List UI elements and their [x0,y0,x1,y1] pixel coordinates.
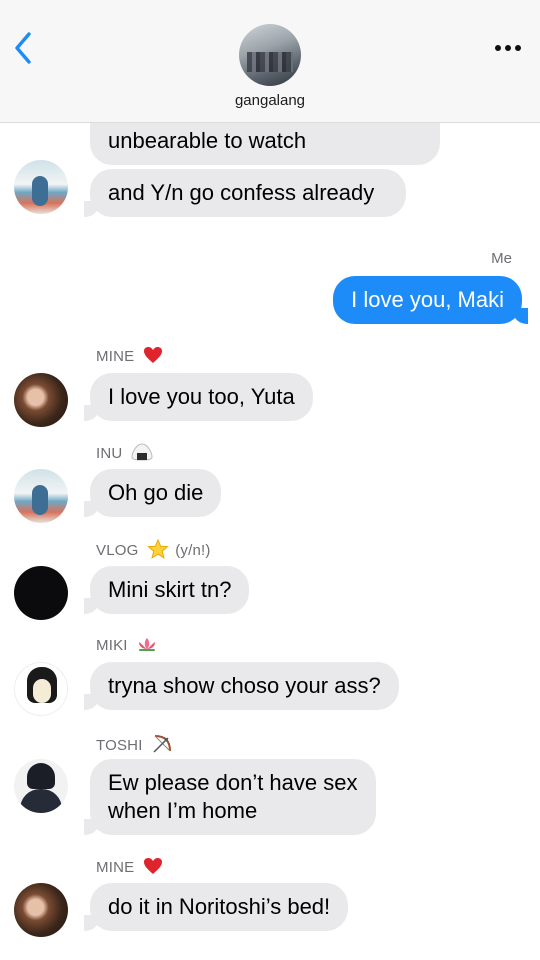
avatar[interactable] [14,662,68,716]
message-text: tryna show choso your ass? [108,673,381,698]
message-text: and Y/n go confess already [108,180,375,205]
message-text: unbearable to watch [108,128,307,153]
sender-label: MIKI [96,636,158,656]
avatar[interactable] [14,566,68,620]
avatar[interactable] [14,759,68,813]
avatar[interactable] [14,883,68,937]
sender-label: VLOG (y/n!) [96,538,211,563]
message-text: I love you too, Yuta [108,384,295,409]
group-avatar[interactable] [239,24,301,86]
avatar[interactable] [14,160,68,214]
rice-ball-icon [131,443,153,465]
message-text: do it in Noritoshi’s bed! [108,894,331,919]
message-text: Mini skirt tn? [108,577,232,602]
message-text-line: when I’m home [108,798,258,823]
message-bubble[interactable]: Ew please don’t have sex when I’m home [84,759,376,835]
star-icon [147,538,169,563]
message-text-line: Ew please don’t have sex [108,770,358,795]
sender-label: MINE [96,857,163,879]
bow-and-arrow-icon [151,733,173,759]
more-options-button[interactable] [490,34,526,62]
chevron-left-icon [15,32,31,64]
more-dots-icon [495,45,521,51]
lotus-icon [136,636,158,656]
avatar[interactable] [14,469,68,523]
chat-header: gangalang [0,0,540,123]
message-bubble-me[interactable]: I love you, Maki [333,276,528,324]
sender-label: INU [96,443,153,465]
red-heart-icon [143,857,163,879]
message-list[interactable]: unbearable to watch and Y/n go confess a… [0,123,540,960]
message-bubble[interactable]: unbearable to watch [90,123,440,165]
group-name[interactable]: gangalang [0,92,540,109]
message-text: Oh go die [108,480,204,505]
message-text: I love you, Maki [351,287,504,312]
sender-label-me: Me [491,250,512,267]
message-bubble[interactable]: Mini skirt tn? [83,566,250,614]
sender-label: MINE [96,346,163,368]
sender-label: TOSHI [96,733,173,759]
message-bubble[interactable]: tryna show choso your ass? [84,662,399,710]
message-bubble[interactable]: do it in Noritoshi’s bed! [83,883,349,931]
avatar[interactable] [14,373,68,427]
message-bubble[interactable]: and Y/n go confess already [84,169,406,217]
red-heart-icon [143,346,163,368]
message-bubble[interactable]: I love you too, Yuta [84,373,313,421]
back-button[interactable] [8,28,44,68]
message-bubble[interactable]: Oh go die [83,469,222,517]
